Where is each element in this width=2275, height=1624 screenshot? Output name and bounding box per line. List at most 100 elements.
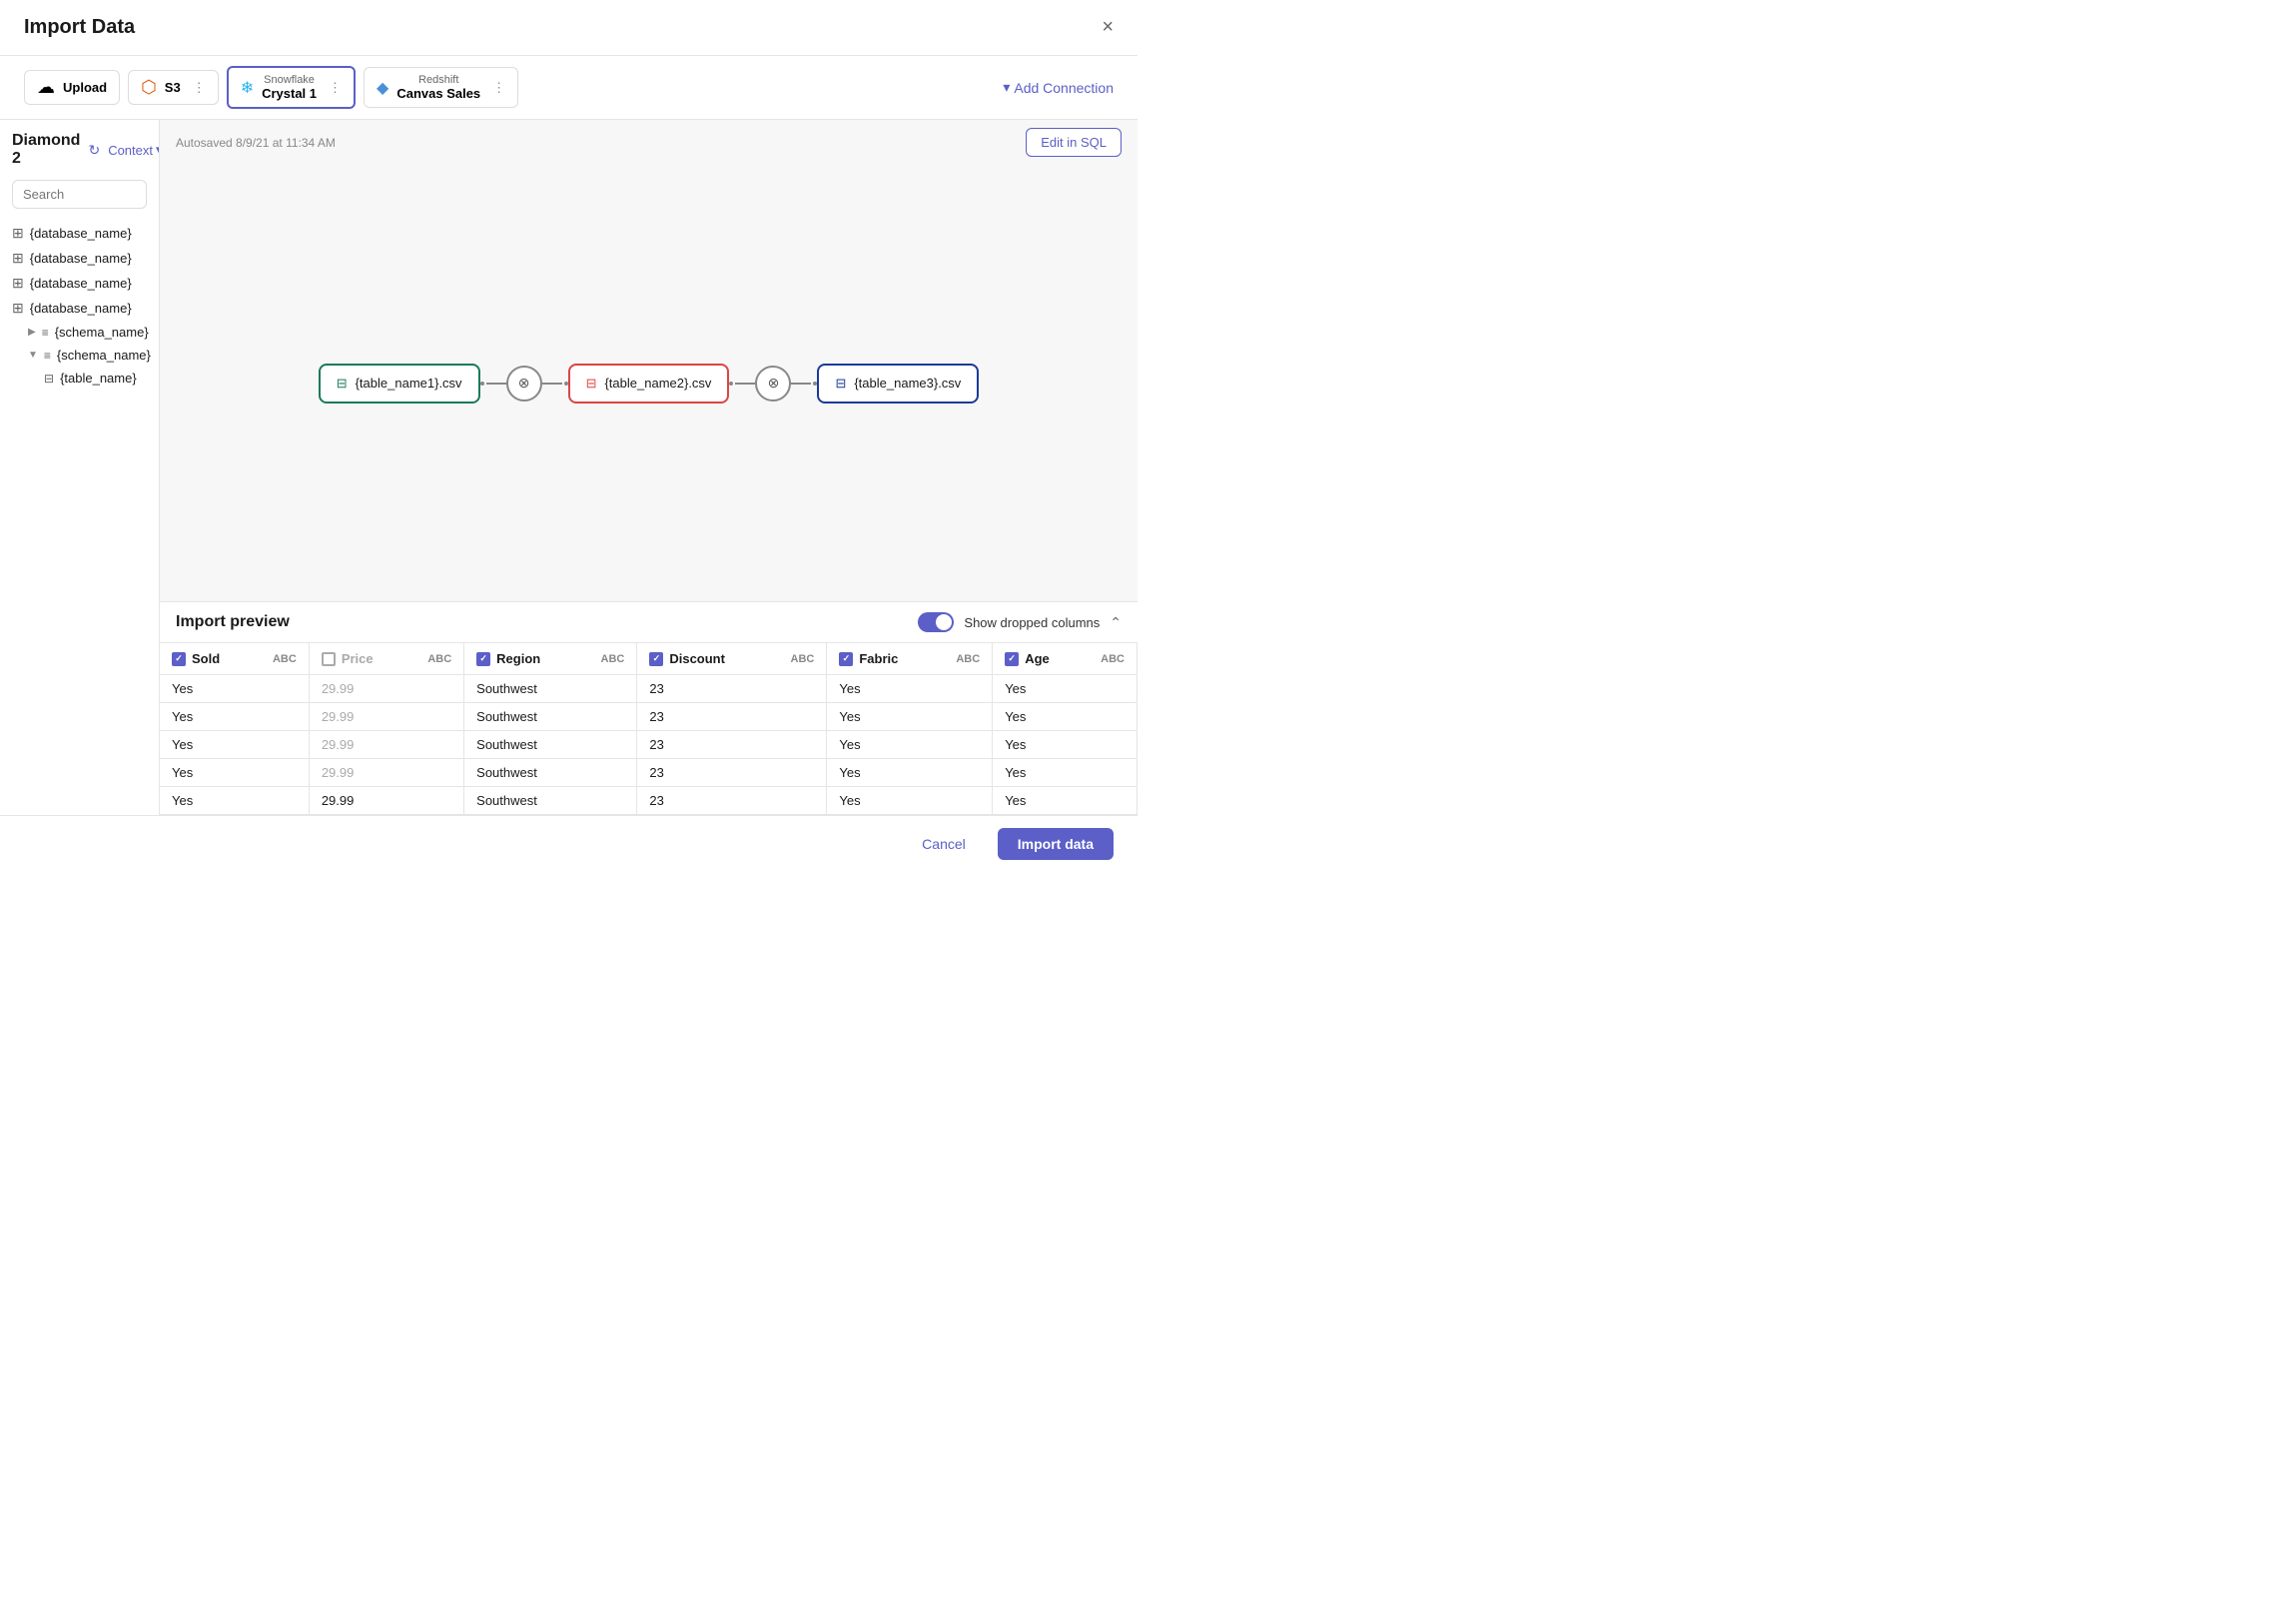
canvas-area: ⊟ {table_name1}.csv ⊗ ⊟	[160, 165, 1138, 601]
cell-age: Yes	[993, 731, 1138, 759]
th-discount: ✓ Discount ABC	[637, 643, 827, 675]
table-row: Yes 29.99 Southwest 23 Yes Yes	[160, 703, 1138, 731]
chevron-down-icon: ▼	[28, 350, 38, 361]
table-row: Yes 29.99 Southwest 23 Yes Yes	[160, 731, 1138, 759]
modal-title: Import Data	[24, 16, 135, 39]
edit-sql-button[interactable]: Edit in SQL	[1026, 128, 1122, 157]
th-age: ✓ Age ABC	[993, 643, 1138, 675]
table-node-3[interactable]: ⊟ {table_name3}.csv	[817, 364, 979, 404]
schema-item-1[interactable]: ▶ ≡ {schema_name}	[12, 321, 147, 344]
cell-price: 29.99	[309, 703, 463, 731]
close-button[interactable]: ×	[1102, 16, 1114, 39]
join-node-1: ⊗	[506, 366, 542, 402]
sold-checkbox[interactable]: ✓	[172, 652, 186, 666]
show-dropped-label: Show dropped columns	[964, 615, 1100, 630]
connection-bar: ☁ Upload ⬡ S3 ⋮ ❄ Snowflake Crystal 1 ⋮ …	[0, 56, 1138, 120]
cell-age: Yes	[993, 703, 1138, 731]
region-checkbox[interactable]: ✓	[476, 652, 490, 666]
cell-sold: Yes	[160, 787, 309, 815]
cell-fabric: Yes	[827, 787, 993, 815]
cell-region: Southwest	[464, 675, 637, 703]
price-checkbox[interactable]	[322, 652, 336, 666]
connector-1	[480, 382, 506, 386]
preview-header: Import preview Show dropped columns ⌃	[160, 602, 1138, 643]
database-icon: ⊞	[12, 275, 24, 292]
cell-sold: Yes	[160, 703, 309, 731]
cell-price: 29.99	[309, 787, 463, 815]
search-input[interactable]	[12, 180, 147, 209]
th-region: ✓ Region ABC	[464, 643, 637, 675]
cell-sold: Yes	[160, 675, 309, 703]
context-button[interactable]: Context ▾	[108, 142, 160, 158]
cell-fabric: Yes	[827, 731, 993, 759]
th-fabric: ✓ Fabric ABC	[827, 643, 993, 675]
cell-region: Southwest	[464, 759, 637, 787]
preview-title: Import preview	[176, 613, 290, 631]
canvas-toolbar: Autosaved 8/9/21 at 11:34 AM Edit in SQL	[160, 120, 1138, 165]
connection-tab-s3[interactable]: ⬡ S3 ⋮	[128, 70, 219, 105]
cell-discount: 23	[637, 731, 827, 759]
table-icon: ⊟	[44, 372, 54, 386]
table-node-1[interactable]: ⊟ {table_name1}.csv	[319, 364, 480, 404]
table-item-1[interactable]: ⊟ {table_name}	[12, 367, 147, 390]
context-label: Context	[108, 143, 153, 158]
db-item-4[interactable]: ⊞ {database_name}	[12, 296, 147, 321]
schema-icon: ≡	[44, 349, 51, 363]
db-item-3[interactable]: ⊞ {database_name}	[12, 271, 147, 296]
connection-tab-snowflake[interactable]: ❄ Snowflake Crystal 1 ⋮	[227, 66, 356, 109]
age-checkbox[interactable]: ✓	[1005, 652, 1019, 666]
main-canvas: Autosaved 8/9/21 at 11:34 AM Edit in SQL…	[160, 120, 1138, 601]
modal-footer: Cancel Import data	[0, 815, 1138, 872]
data-table: ✓ Sold ABC Price ABC	[160, 643, 1138, 815]
cell-fabric: Yes	[827, 675, 993, 703]
main-right: Autosaved 8/9/21 at 11:34 AM Edit in SQL…	[160, 120, 1138, 815]
chevron-down-icon: ▾	[1003, 79, 1010, 96]
import-button[interactable]: Import data	[998, 828, 1114, 860]
preview-section: Import preview Show dropped columns ⌃ ✓	[160, 601, 1138, 815]
upload-icon: ☁	[37, 77, 55, 98]
cell-discount: 23	[637, 759, 827, 787]
database-icon: ⊞	[12, 300, 24, 317]
join-node-2: ⊗	[755, 366, 791, 402]
refresh-button[interactable]: ↻	[88, 142, 100, 159]
database-icon: ⊞	[12, 225, 24, 242]
cell-discount: 23	[637, 703, 827, 731]
add-connection-button[interactable]: ▾ Add Connection	[1003, 79, 1114, 96]
connection-tab-redshift[interactable]: ◆ Redshift Canvas Sales ⋮	[364, 67, 518, 108]
table-icon-blue: ⊟	[835, 376, 846, 392]
table-node-2[interactable]: ⊟ {table_name2}.csv	[568, 364, 730, 404]
cell-age: Yes	[993, 787, 1138, 815]
snowflake-more-icon[interactable]: ⋮	[329, 80, 342, 96]
snowflake-icon: ❄	[241, 78, 254, 98]
cell-age: Yes	[993, 675, 1138, 703]
autosave-text: Autosaved 8/9/21 at 11:34 AM	[176, 136, 336, 150]
sidebar-title: Diamond 2	[12, 132, 80, 168]
table-icon-pink: ⊟	[586, 376, 597, 392]
cell-price: 29.99	[309, 759, 463, 787]
db-item-2[interactable]: ⊞ {database_name}	[12, 246, 147, 271]
cell-region: Southwest	[464, 703, 637, 731]
schema-icon: ≡	[42, 326, 49, 340]
cancel-button[interactable]: Cancel	[902, 828, 986, 860]
fabric-checkbox[interactable]: ✓	[839, 652, 853, 666]
collapse-button[interactable]: ⌃	[1110, 614, 1122, 631]
connector-3	[729, 382, 755, 386]
connection-tab-upload[interactable]: ☁ Upload	[24, 70, 120, 105]
preview-controls: Show dropped columns ⌃	[918, 612, 1122, 632]
discount-checkbox[interactable]: ✓	[649, 652, 663, 666]
body-layout: Diamond 2 ↻ Context ▾ ⊞ {database_name} …	[0, 120, 1138, 815]
cell-fabric: Yes	[827, 759, 993, 787]
schema-item-2[interactable]: ▼ ≡ {schema_name}	[12, 344, 147, 367]
th-price: Price ABC	[309, 643, 463, 675]
toggle[interactable]	[918, 612, 954, 632]
cell-price: 29.99	[309, 675, 463, 703]
th-row: ✓ Sold ABC Price ABC	[160, 643, 1138, 675]
sidebar: Diamond 2 ↻ Context ▾ ⊞ {database_name} …	[0, 120, 160, 815]
db-item-1[interactable]: ⊞ {database_name}	[12, 221, 147, 246]
cell-region: Southwest	[464, 731, 637, 759]
redshift-more-icon[interactable]: ⋮	[492, 80, 505, 96]
cell-sold: Yes	[160, 759, 309, 787]
database-icon: ⊞	[12, 250, 24, 267]
s3-more-icon[interactable]: ⋮	[193, 80, 206, 96]
redshift-icon: ◆	[377, 78, 388, 98]
